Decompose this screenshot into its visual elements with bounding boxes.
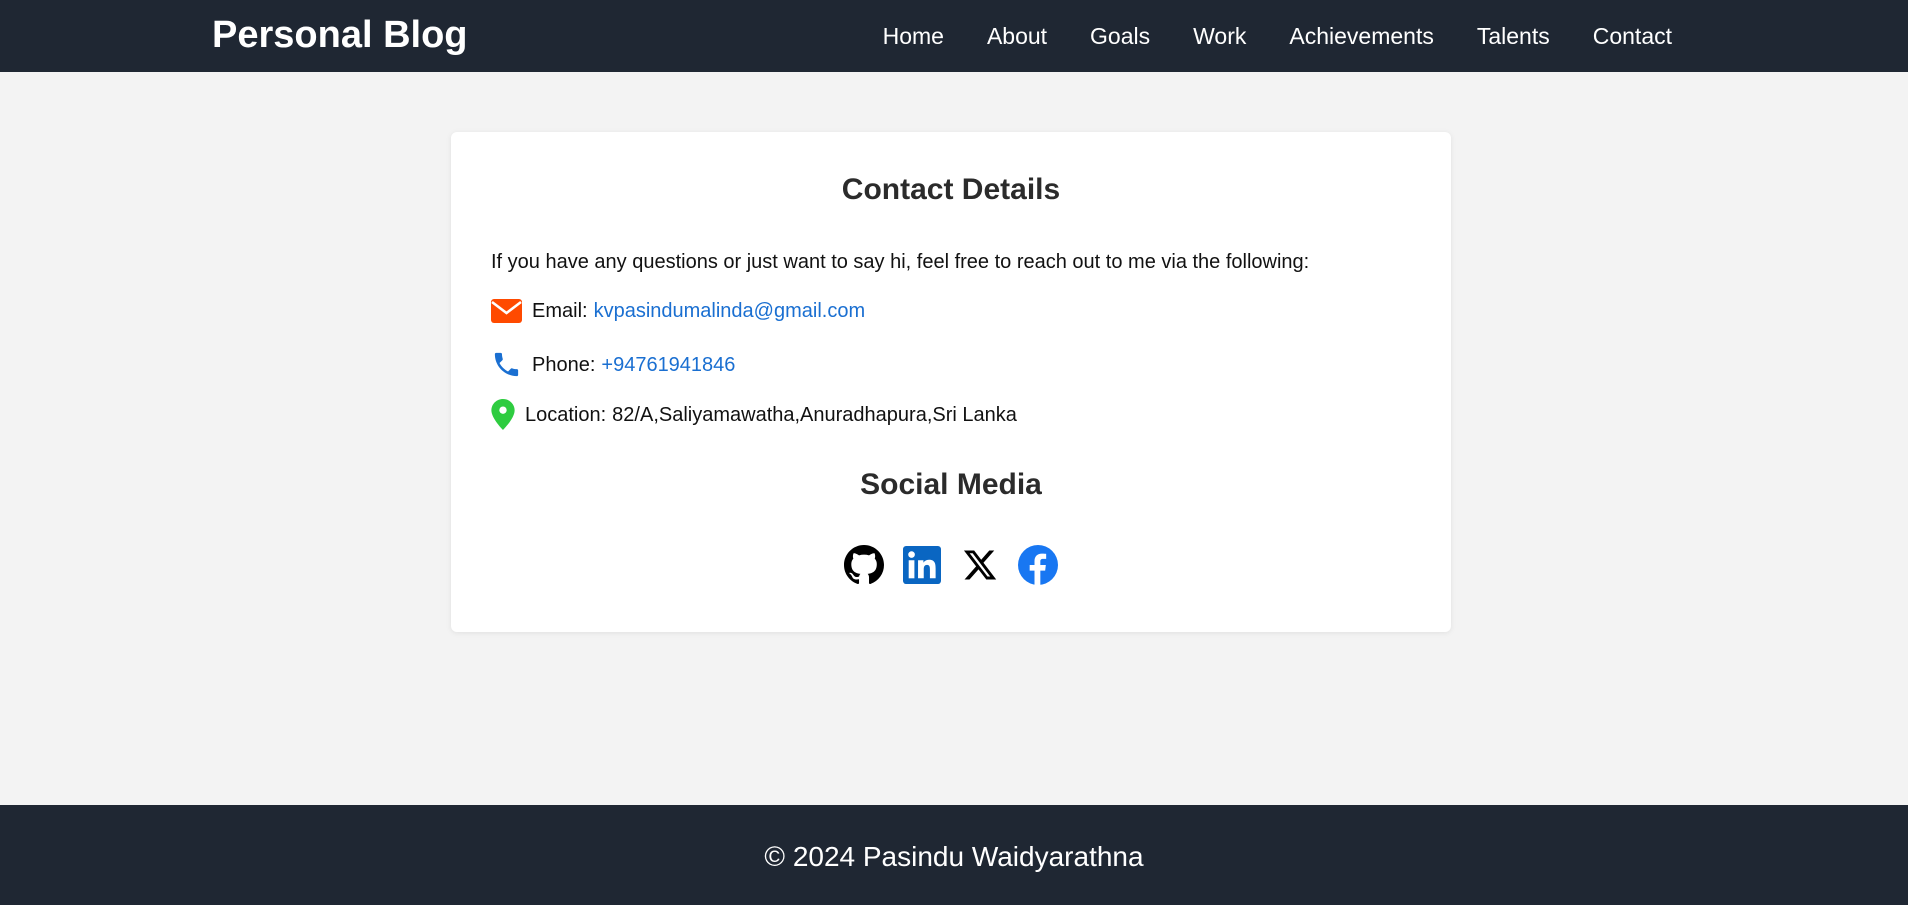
email-row: Email: kvpasindumalinda@gmail.com bbox=[491, 299, 865, 323]
map-pin-icon bbox=[491, 399, 515, 430]
social-links bbox=[451, 545, 1451, 585]
nav-about[interactable]: About bbox=[987, 22, 1047, 50]
email-label: Email: bbox=[532, 300, 588, 322]
phone-link[interactable]: +94761941846 bbox=[601, 353, 735, 377]
facebook-icon[interactable] bbox=[1018, 545, 1058, 585]
phone-icon bbox=[491, 349, 522, 380]
contact-title: Contact Details bbox=[841, 173, 1061, 206]
location-label: Location: bbox=[525, 403, 607, 426]
phone-row: Phone: +94761941846 bbox=[491, 349, 735, 380]
email-link[interactable]: kvpasindumalinda@gmail.com bbox=[594, 299, 866, 323]
nav-goals[interactable]: Goals bbox=[1090, 22, 1150, 50]
location-value: 82/A,Saliyamawatha,Anuradhapura,Sri Lank… bbox=[612, 403, 1017, 426]
site-title[interactable]: Personal Blog bbox=[212, 14, 468, 56]
x-icon[interactable] bbox=[960, 545, 1000, 585]
nav-talents[interactable]: Talents bbox=[1477, 22, 1550, 50]
site-header: Personal Blog Home About Goals Work Achi… bbox=[0, 0, 1908, 72]
github-icon[interactable] bbox=[844, 545, 884, 585]
location-row: Location: 82/A,Saliyamawatha,Anuradhapur… bbox=[491, 399, 1017, 430]
linkedin-icon[interactable] bbox=[902, 545, 942, 585]
contact-card: Contact Details If you have any question… bbox=[451, 132, 1451, 632]
main-nav: Home About Goals Work Achievements Talen… bbox=[883, 0, 1672, 72]
site-footer: © 2024 Pasindu Waidyarathna bbox=[0, 805, 1908, 905]
contact-intro: If you have any questions or just want t… bbox=[491, 251, 1310, 273]
nav-contact[interactable]: Contact bbox=[1593, 22, 1672, 50]
nav-work[interactable]: Work bbox=[1193, 22, 1246, 50]
phone-label: Phone: bbox=[532, 353, 596, 376]
envelope-icon bbox=[491, 299, 522, 323]
footer-copyright: © 2024 Pasindu Waidyarathna bbox=[764, 841, 1144, 872]
nav-achievements[interactable]: Achievements bbox=[1289, 22, 1433, 50]
social-title: Social Media bbox=[860, 468, 1042, 501]
nav-home[interactable]: Home bbox=[883, 22, 944, 50]
